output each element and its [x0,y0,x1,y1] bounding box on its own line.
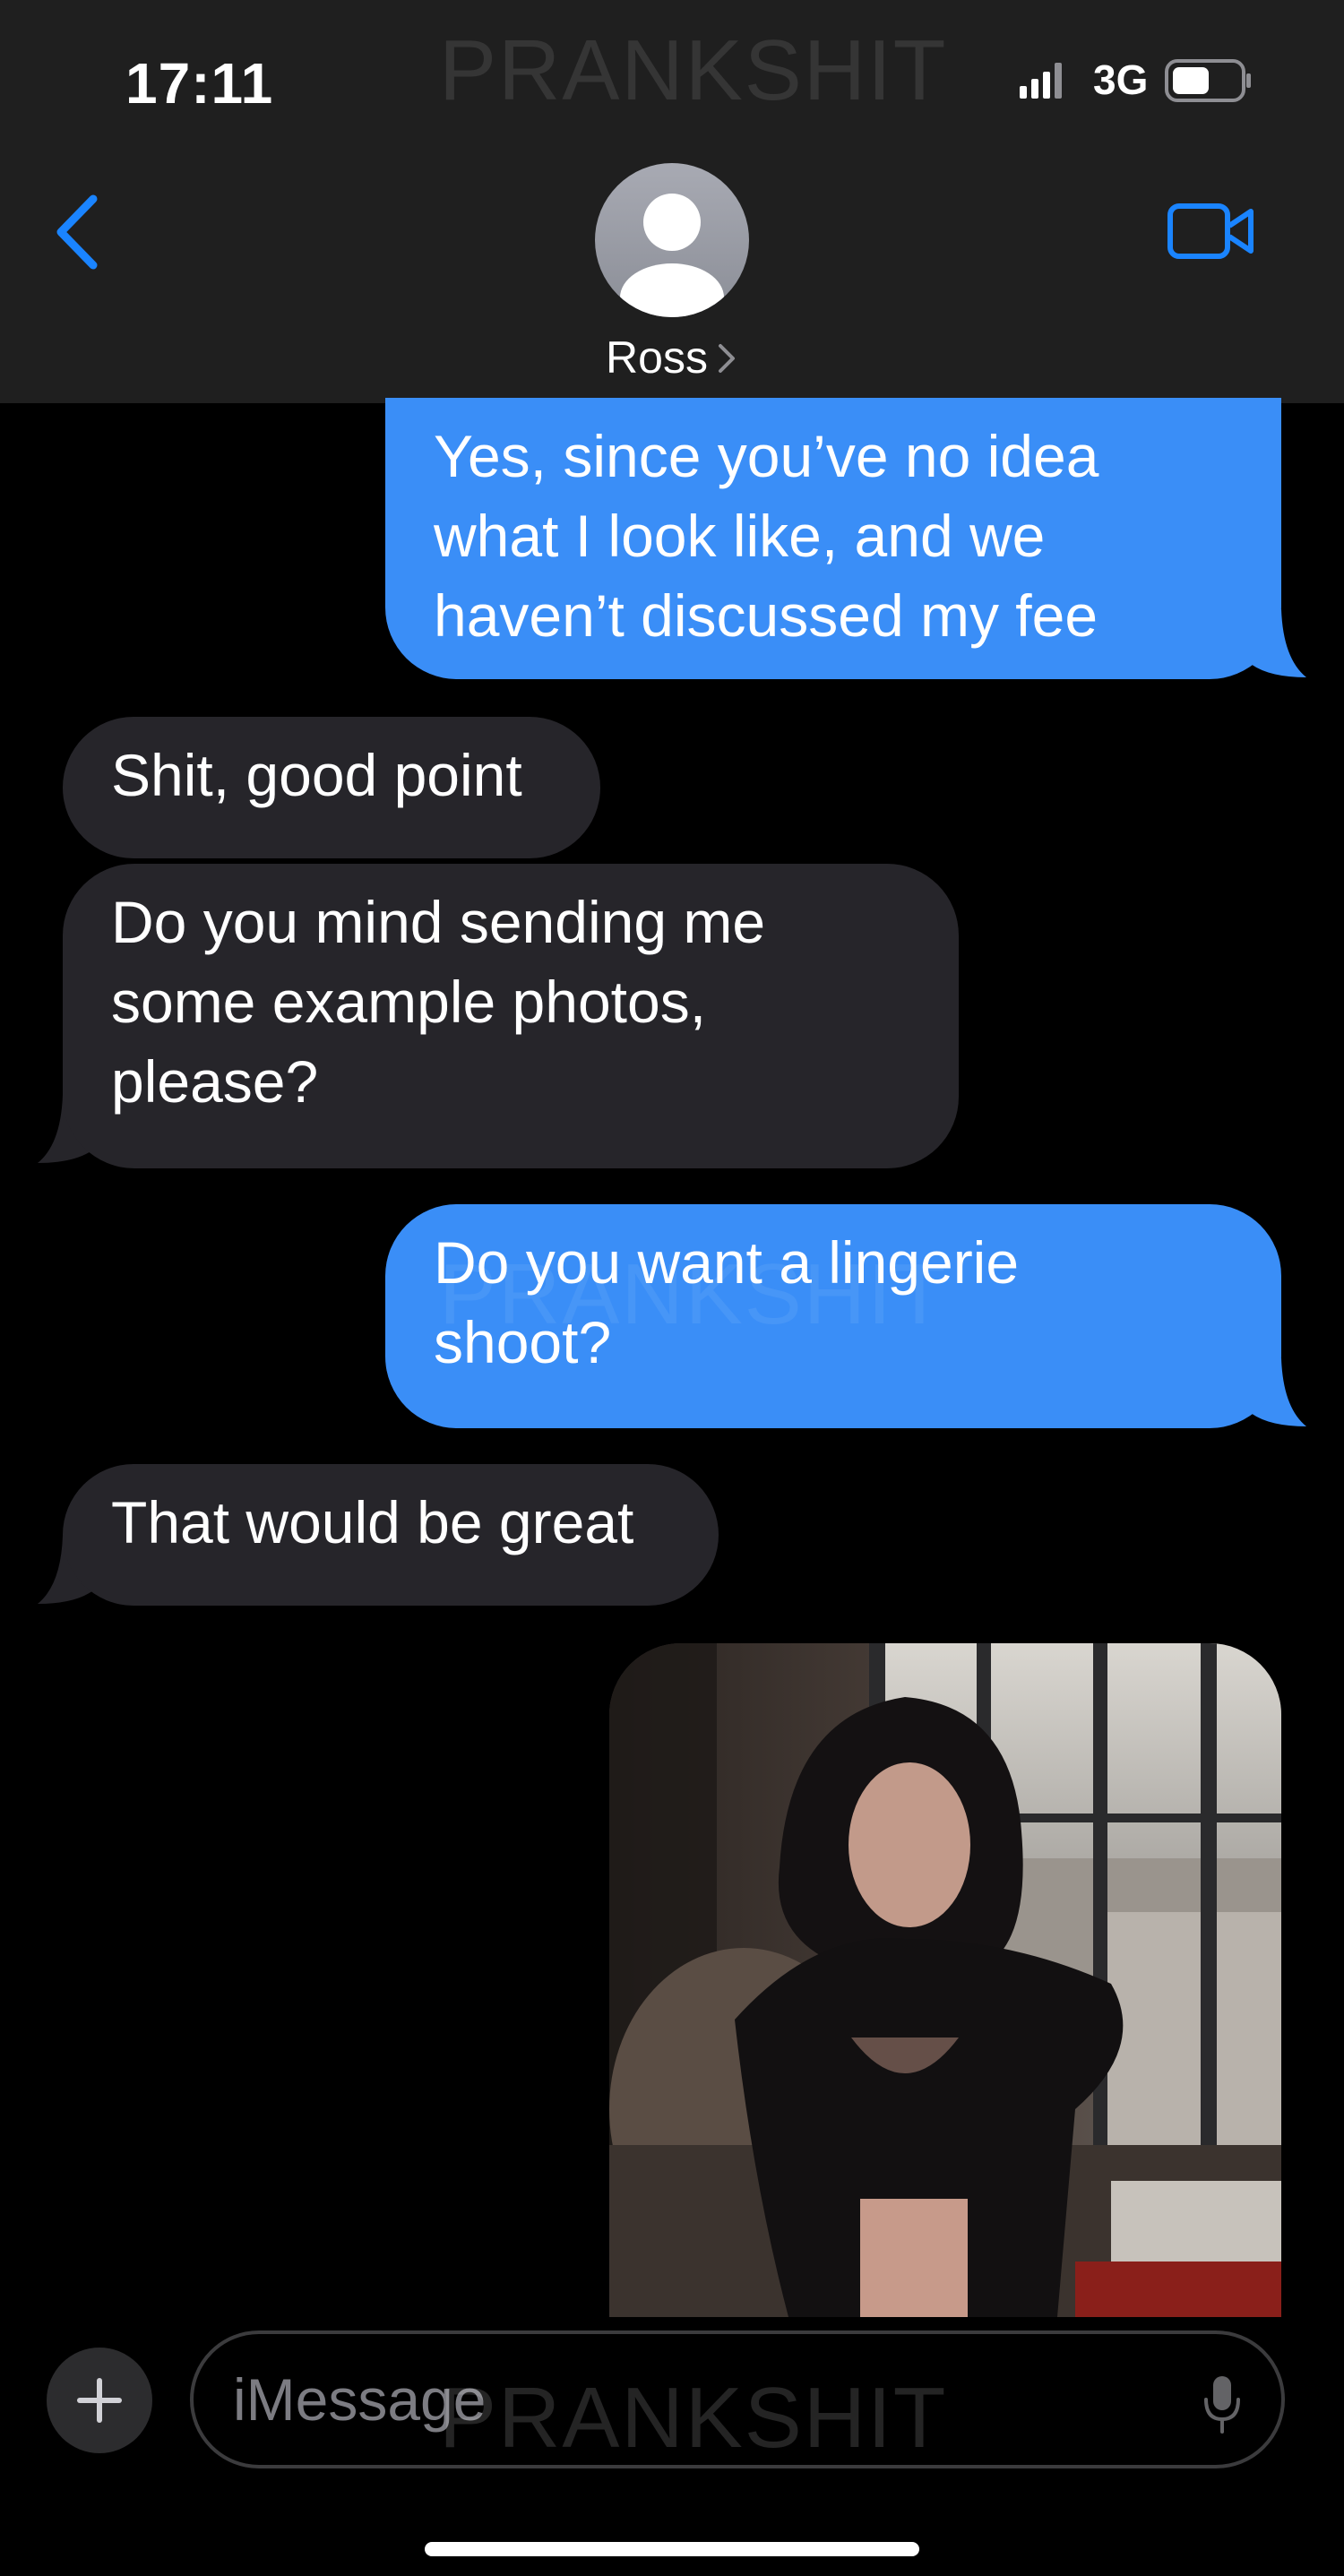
add-attachment-button[interactable] [47,2348,152,2453]
chevron-right-icon [718,344,735,373]
network-type: 3G [1093,56,1149,103]
message-input[interactable] [190,2330,1285,2468]
message-text-line: what I look like, and we [434,503,1046,569]
person-silhouette-icon [620,194,724,317]
photo-attachment-icon [609,1643,1281,2317]
photo-attachment[interactable] [609,1643,1281,2317]
message-text-line: Do you mind sending me [111,889,766,955]
message-bubble-outgoing[interactable]: Do you want a lingerie shoot? [385,1204,1281,1428]
message-bubble-outgoing[interactable]: Yes, since you’ve no idea what I look li… [385,398,1281,679]
message-text-line: some example photos, [111,969,707,1035]
message-text-line: please? [111,1048,319,1115]
chevron-left-icon[interactable] [52,192,102,272]
battery-icon [1165,59,1251,102]
message-bubble-incoming[interactable]: Do you mind sending me some example phot… [63,864,959,1168]
message-text-line: Yes, since you’ve no idea [434,423,1099,489]
microphone-icon[interactable] [1201,2373,1244,2437]
cellular-signal-icon [1020,63,1062,99]
message-text-line: Do you want a lingerie [434,1229,1020,1296]
message-bubble-incoming[interactable]: That would be great [63,1464,719,1606]
contact-name-button[interactable]: Ross [538,332,806,383]
plus-icon [77,2378,122,2423]
message-text-line: haven’t discussed my fee [434,582,1098,649]
message-text-line: That would be great [111,1489,634,1555]
status-time: 17:11 [125,51,274,116]
message-text-line: Shit, good point [111,742,522,808]
contact-name: Ross [606,332,708,383]
contact-avatar[interactable] [595,163,749,317]
message-text-line: shoot? [434,1309,612,1375]
message-bubble-incoming[interactable]: Shit, good point [63,717,600,858]
video-camera-icon[interactable] [1167,202,1256,260]
home-indicator[interactable] [425,2542,919,2556]
